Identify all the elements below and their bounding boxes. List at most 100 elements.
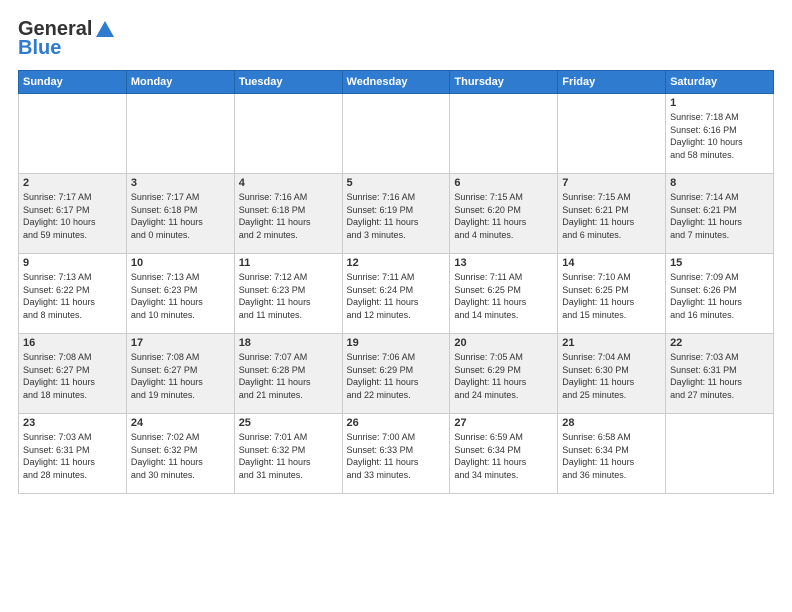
calendar-header-row: SundayMondayTuesdayWednesdayThursdayFrid… xyxy=(19,71,774,94)
calendar-cell: 15 Sunrise: 7:09 AMSunset: 6:26 PMDayligh… xyxy=(666,254,774,334)
calendar-week-row: 16 Sunrise: 7:08 AMSunset: 6:27 PMDayligh… xyxy=(19,334,774,414)
day-info: Sunrise: 7:14 AMSunset: 6:21 PMDaylight:… xyxy=(670,191,769,241)
day-info: Sunrise: 6:58 AMSunset: 6:34 PMDaylight:… xyxy=(562,431,661,481)
day-info: Sunrise: 6:59 AMSunset: 6:34 PMDaylight:… xyxy=(454,431,553,481)
day-info: Sunrise: 7:02 AMSunset: 6:32 PMDaylight:… xyxy=(131,431,230,481)
day-info: Sunrise: 7:09 AMSunset: 6:26 PMDaylight:… xyxy=(670,271,769,321)
calendar-cell xyxy=(234,94,342,174)
day-info: Sunrise: 7:18 AMSunset: 6:16 PMDaylight:… xyxy=(670,111,769,161)
page: General Blue SundayMondayTuesdayWednesda… xyxy=(0,0,792,612)
calendar-week-row: 1 Sunrise: 7:18 AMSunset: 6:16 PMDaylight… xyxy=(19,94,774,174)
day-number: 25 xyxy=(239,417,338,429)
weekday-header: Friday xyxy=(558,71,666,94)
day-info: Sunrise: 7:17 AMSunset: 6:18 PMDaylight:… xyxy=(131,191,230,241)
calendar-cell: 5Sunrise: 7:16 AMSunset: 6:19 PMDaylight… xyxy=(342,174,450,254)
calendar-cell: 23 Sunrise: 7:03 AMSunset: 6:31 PMDayligh… xyxy=(19,414,127,494)
day-info: Sunrise: 7:06 AMSunset: 6:29 PMDaylight:… xyxy=(347,351,446,401)
calendar-cell: 24 Sunrise: 7:02 AMSunset: 6:32 PMDayligh… xyxy=(126,414,234,494)
logo-icon xyxy=(94,19,116,41)
weekday-header: Wednesday xyxy=(342,71,450,94)
calendar-cell: 6 Sunrise: 7:15 AMSunset: 6:20 PMDaylight… xyxy=(450,174,558,254)
calendar-cell: 7 Sunrise: 7:15 AMSunset: 6:21 PMDaylight… xyxy=(558,174,666,254)
calendar-week-row: 9Sunrise: 7:13 AMSunset: 6:22 PMDaylight… xyxy=(19,254,774,334)
day-info: Sunrise: 7:01 AMSunset: 6:32 PMDaylight:… xyxy=(239,431,338,481)
weekday-header: Tuesday xyxy=(234,71,342,94)
day-info: Sunrise: 7:11 AMSunset: 6:24 PMDaylight:… xyxy=(347,271,446,321)
day-info: Sunrise: 7:15 AMSunset: 6:21 PMDaylight:… xyxy=(562,191,661,241)
day-number: 7 xyxy=(562,177,661,189)
calendar-cell: 9Sunrise: 7:13 AMSunset: 6:22 PMDaylight… xyxy=(19,254,127,334)
day-info: Sunrise: 7:13 AMSunset: 6:23 PMDaylight:… xyxy=(131,271,230,321)
logo-blue: Blue xyxy=(18,37,61,60)
calendar-cell xyxy=(558,94,666,174)
day-number: 26 xyxy=(347,417,446,429)
day-number: 12 xyxy=(347,257,446,269)
day-number: 27 xyxy=(454,417,553,429)
calendar-cell: 18Sunrise: 7:07 AMSunset: 6:28 PMDayligh… xyxy=(234,334,342,414)
day-number: 6 xyxy=(454,177,553,189)
calendar-cell: 26 Sunrise: 7:00 AMSunset: 6:33 PMDayligh… xyxy=(342,414,450,494)
day-number: 24 xyxy=(131,417,230,429)
calendar-cell: 22 Sunrise: 7:03 AMSunset: 6:31 PMDayligh… xyxy=(666,334,774,414)
calendar-week-row: 23 Sunrise: 7:03 AMSunset: 6:31 PMDayligh… xyxy=(19,414,774,494)
calendar-cell: 4 Sunrise: 7:16 AMSunset: 6:18 PMDaylight… xyxy=(234,174,342,254)
day-info: Sunrise: 7:16 AMSunset: 6:18 PMDaylight:… xyxy=(239,191,338,241)
day-number: 4 xyxy=(239,177,338,189)
weekday-header: Monday xyxy=(126,71,234,94)
calendar-cell: 13 Sunrise: 7:11 AMSunset: 6:25 PMDayligh… xyxy=(450,254,558,334)
day-info: Sunrise: 7:15 AMSunset: 6:20 PMDaylight:… xyxy=(454,191,553,241)
calendar-cell: 28 Sunrise: 6:58 AMSunset: 6:34 PMDayligh… xyxy=(558,414,666,494)
day-number: 17 xyxy=(131,337,230,349)
header: General Blue xyxy=(18,18,774,60)
day-number: 8 xyxy=(670,177,769,189)
day-number: 11 xyxy=(239,257,338,269)
day-info: Sunrise: 7:05 AMSunset: 6:29 PMDaylight:… xyxy=(454,351,553,401)
calendar-cell: 11 Sunrise: 7:12 AMSunset: 6:23 PMDayligh… xyxy=(234,254,342,334)
day-info: Sunrise: 7:03 AMSunset: 6:31 PMDaylight:… xyxy=(670,351,769,401)
calendar-cell: 14 Sunrise: 7:10 AMSunset: 6:25 PMDayligh… xyxy=(558,254,666,334)
weekday-header: Sunday xyxy=(19,71,127,94)
calendar-cell xyxy=(450,94,558,174)
calendar-cell: 17 Sunrise: 7:08 AMSunset: 6:27 PMDayligh… xyxy=(126,334,234,414)
day-number: 23 xyxy=(23,417,122,429)
day-info: Sunrise: 7:11 AMSunset: 6:25 PMDaylight:… xyxy=(454,271,553,321)
weekday-header: Thursday xyxy=(450,71,558,94)
day-number: 16 xyxy=(23,337,122,349)
day-info: Sunrise: 7:03 AMSunset: 6:31 PMDaylight:… xyxy=(23,431,122,481)
day-number: 28 xyxy=(562,417,661,429)
weekday-header: Saturday xyxy=(666,71,774,94)
day-number: 13 xyxy=(454,257,553,269)
day-info: Sunrise: 7:17 AMSunset: 6:17 PMDaylight:… xyxy=(23,191,122,241)
calendar-cell: 20 Sunrise: 7:05 AMSunset: 6:29 PMDayligh… xyxy=(450,334,558,414)
calendar-table: SundayMondayTuesdayWednesdayThursdayFrid… xyxy=(18,70,774,494)
calendar-week-row: 2Sunrise: 7:17 AMSunset: 6:17 PMDaylight… xyxy=(19,174,774,254)
day-number: 10 xyxy=(131,257,230,269)
day-number: 21 xyxy=(562,337,661,349)
day-info: Sunrise: 7:00 AMSunset: 6:33 PMDaylight:… xyxy=(347,431,446,481)
calendar-cell: 16Sunrise: 7:08 AMSunset: 6:27 PMDayligh… xyxy=(19,334,127,414)
calendar-cell xyxy=(342,94,450,174)
day-number: 3 xyxy=(131,177,230,189)
calendar-cell: 3 Sunrise: 7:17 AMSunset: 6:18 PMDaylight… xyxy=(126,174,234,254)
day-info: Sunrise: 7:08 AMSunset: 6:27 PMDaylight:… xyxy=(131,351,230,401)
day-number: 20 xyxy=(454,337,553,349)
day-info: Sunrise: 7:04 AMSunset: 6:30 PMDaylight:… xyxy=(562,351,661,401)
calendar-cell xyxy=(126,94,234,174)
calendar-cell: 8 Sunrise: 7:14 AMSunset: 6:21 PMDaylight… xyxy=(666,174,774,254)
day-number: 1 xyxy=(670,97,769,109)
day-info: Sunrise: 7:12 AMSunset: 6:23 PMDaylight:… xyxy=(239,271,338,321)
day-number: 15 xyxy=(670,257,769,269)
calendar-cell xyxy=(666,414,774,494)
calendar-cell: 27 Sunrise: 6:59 AMSunset: 6:34 PMDayligh… xyxy=(450,414,558,494)
day-number: 14 xyxy=(562,257,661,269)
day-info: Sunrise: 7:10 AMSunset: 6:25 PMDaylight:… xyxy=(562,271,661,321)
calendar-cell: 10 Sunrise: 7:13 AMSunset: 6:23 PMDayligh… xyxy=(126,254,234,334)
calendar-cell: 2Sunrise: 7:17 AMSunset: 6:17 PMDaylight… xyxy=(19,174,127,254)
calendar-cell: 21 Sunrise: 7:04 AMSunset: 6:30 PMDayligh… xyxy=(558,334,666,414)
day-number: 22 xyxy=(670,337,769,349)
calendar-cell: 12 Sunrise: 7:11 AMSunset: 6:24 PMDayligh… xyxy=(342,254,450,334)
day-info: Sunrise: 7:13 AMSunset: 6:22 PMDaylight:… xyxy=(23,271,122,321)
calendar-cell xyxy=(19,94,127,174)
day-number: 18 xyxy=(239,337,338,349)
day-number: 19 xyxy=(347,337,446,349)
